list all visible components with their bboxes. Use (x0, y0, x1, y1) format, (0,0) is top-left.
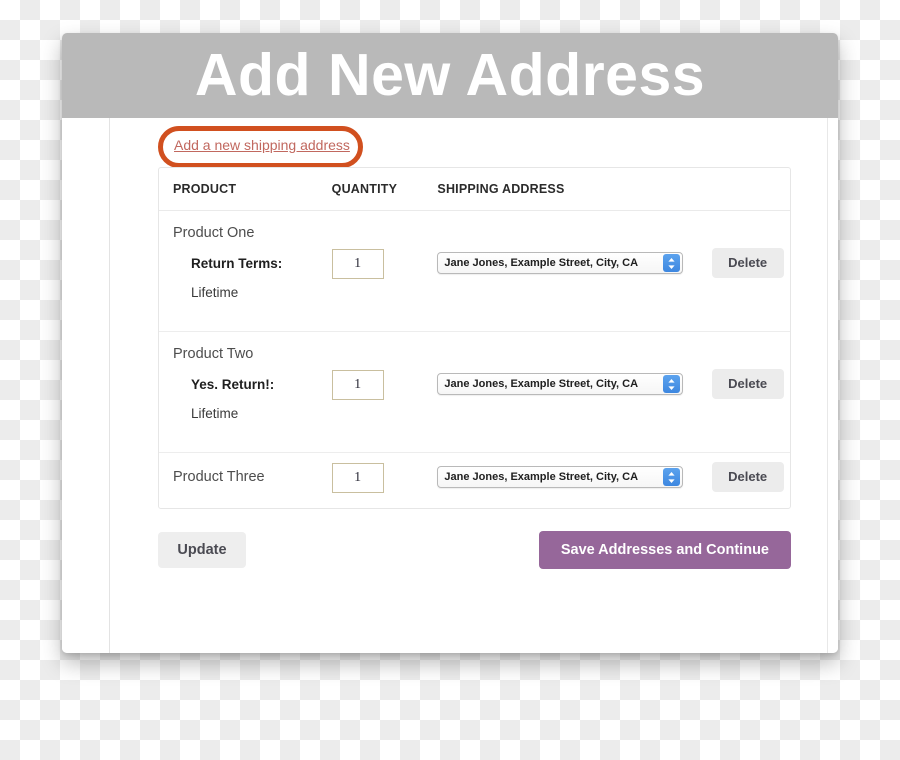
column-header-product: PRODUCT (173, 182, 237, 196)
shipping-address-select[interactable]: Jane Jones, Example Street, City, CA (437, 373, 684, 395)
quantity-input[interactable] (331, 463, 384, 493)
shipping-table: PRODUCT QUANTITY SHIPPING ADDRESS Produc… (158, 167, 791, 509)
return-terms-label: Yes. Return!: (191, 377, 275, 392)
cell-action: Delete (711, 453, 790, 492)
product-name: Product Two (173, 346, 254, 362)
frame-rule-right (827, 118, 828, 653)
table-row: Product Two Yes. Return!: Lifetime Jane … (159, 332, 790, 453)
add-address-annotation: Add a new shipping address (158, 126, 363, 168)
product-name: Product Three (173, 469, 265, 485)
select-selected-value: Jane Jones, Example Street, City, CA (444, 378, 639, 390)
cell-address: Jane Jones, Example Street, City, CA (437, 332, 711, 395)
delete-button[interactable]: Delete (711, 462, 784, 492)
cell-action: Delete (711, 211, 790, 278)
shipping-address-select[interactable]: Jane Jones, Example Street, City, CA (437, 466, 684, 488)
updown-chevron-icon[interactable] (663, 254, 681, 272)
column-header-address: SHIPPING ADDRESS (437, 182, 565, 196)
cell-quantity (331, 211, 438, 279)
shipping-address-select[interactable]: Jane Jones, Example Street, City, CA (437, 252, 684, 274)
return-terms-label: Return Terms: (191, 256, 283, 271)
product-name: Product One (173, 225, 255, 241)
updown-chevron-icon[interactable] (663, 375, 681, 393)
quantity-input[interactable] (331, 249, 384, 279)
cell-quantity (331, 453, 438, 493)
table-row: Product Three Jane Jones, Example Street… (159, 453, 790, 508)
delete-button[interactable]: Delete (711, 248, 784, 278)
footer-actions: Update Save Addresses and Continue (158, 531, 791, 569)
page-title: Add New Address (194, 42, 706, 108)
return-terms-value: Lifetime (191, 406, 239, 421)
table-row: Product One Return Terms: Lifetime Jane … (159, 211, 790, 332)
quantity-input[interactable] (331, 370, 384, 400)
cell-product: Product Two Yes. Return!: Lifetime (173, 332, 332, 421)
window-titlebar: Add New Address (62, 33, 838, 118)
cell-address: Jane Jones, Example Street, City, CA (437, 453, 711, 488)
select-selected-value: Jane Jones, Example Street, City, CA (444, 471, 639, 483)
return-terms-value: Lifetime (191, 285, 239, 300)
page-content: Add a new shipping address PRODUCT QUANT… (110, 118, 827, 653)
save-addresses-and-continue-button[interactable]: Save Addresses and Continue (538, 531, 791, 569)
select-selected-value: Jane Jones, Example Street, City, CA (444, 257, 639, 269)
updown-chevron-icon[interactable] (663, 468, 681, 486)
address-window: Add New Address Add a new shipping addre… (62, 33, 838, 653)
cell-quantity (331, 332, 438, 400)
table-header-row: PRODUCT QUANTITY SHIPPING ADDRESS (159, 168, 790, 211)
cell-address: Jane Jones, Example Street, City, CA (437, 211, 711, 274)
cell-product: Product Three (173, 453, 332, 485)
cell-product: Product One Return Terms: Lifetime (173, 211, 332, 300)
window-body: Add a new shipping address PRODUCT QUANT… (62, 118, 838, 653)
delete-button[interactable]: Delete (711, 369, 784, 399)
update-button[interactable]: Update (158, 532, 246, 568)
column-header-quantity: QUANTITY (331, 182, 398, 196)
cell-action: Delete (711, 332, 790, 399)
add-new-shipping-address-link[interactable]: Add a new shipping address (174, 137, 350, 153)
